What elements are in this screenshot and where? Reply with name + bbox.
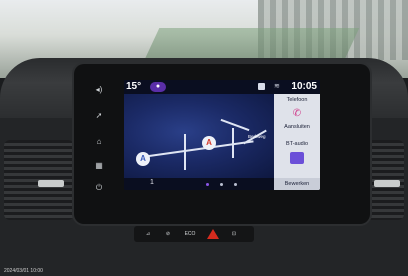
hazard-icon[interactable] xyxy=(207,229,219,239)
bluetooth-audio-icon[interactable] xyxy=(290,152,304,164)
map-road xyxy=(220,118,250,132)
profile-button[interactable]: ● xyxy=(150,82,166,92)
map-pin-b[interactable]: A xyxy=(202,136,216,150)
map-pin-a[interactable]: A xyxy=(136,152,150,166)
page-number: 1 xyxy=(150,179,154,186)
signal-icon: ≋ xyxy=(274,83,280,90)
outside-temperature: 15° xyxy=(126,81,142,92)
apps-icon[interactable]: ▦ xyxy=(92,160,106,172)
phone-icon[interactable]: ✆ xyxy=(291,108,303,120)
audio-title: BT-audio xyxy=(285,141,308,147)
map-road xyxy=(184,134,186,170)
edit-button[interactable]: Bewerken xyxy=(274,178,320,190)
phone-title: Telefoon xyxy=(286,97,308,103)
volume-icon[interactable]: ◂) xyxy=(92,84,106,96)
touchscreen[interactable]: 15° ● ≋ 10:05 A A Berkweg 1 Telefoon ✆ A… xyxy=(124,80,320,190)
page-dot[interactable] xyxy=(234,183,237,186)
connection-icon xyxy=(258,83,265,90)
eco-button[interactable]: ECO xyxy=(182,229,198,239)
phone-connect-button[interactable]: Aansluiten xyxy=(274,124,320,130)
lock-button[interactable]: ⊡ xyxy=(226,229,242,239)
photo-timestamp: 2024/03/01 10:00 xyxy=(4,268,43,274)
vent-tab-right[interactable] xyxy=(374,180,400,187)
traction-button[interactable]: ⊘ xyxy=(160,229,176,239)
edit-label: Bewerken xyxy=(284,181,310,187)
navigation-icon[interactable]: ➚ xyxy=(92,110,106,122)
power-icon[interactable]: ⏻ xyxy=(92,182,106,194)
lane-assist-button[interactable]: ⊿ xyxy=(140,229,156,239)
map-bottom-bar: 1 xyxy=(124,178,274,190)
status-bar: 15° ● ≋ 10:05 xyxy=(124,80,320,94)
map-road xyxy=(232,128,234,158)
page-dot[interactable] xyxy=(220,183,223,186)
vent-tab-left[interactable] xyxy=(38,180,64,187)
navigation-map[interactable]: A A Berkweg xyxy=(124,94,274,178)
shortcut-panel: Telefoon ✆ Aansluiten BT-audio Bewerken xyxy=(274,94,320,190)
map-street-label: Berkweg xyxy=(248,134,266,139)
clock: 10:05 xyxy=(291,81,317,92)
page-dot-active[interactable] xyxy=(206,183,209,186)
home-icon[interactable]: ⌂ xyxy=(92,136,106,148)
map-road xyxy=(144,140,254,158)
